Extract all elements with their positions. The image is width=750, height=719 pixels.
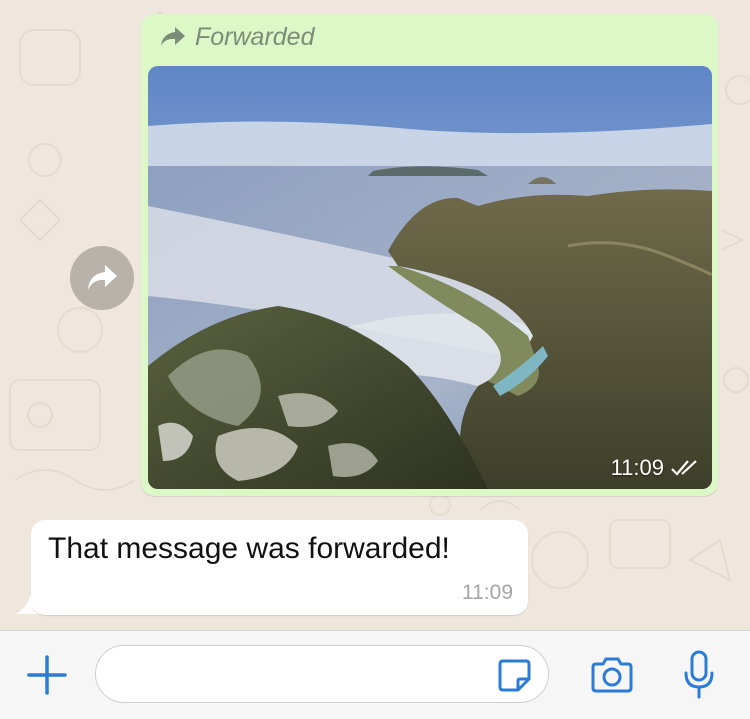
read-receipt-icon bbox=[671, 460, 697, 476]
message-time: 11:09 bbox=[610, 455, 664, 480]
message-text: That message was forwarded! bbox=[48, 532, 450, 565]
message-time: 11:09 bbox=[462, 581, 513, 604]
forwarded-label: Forwarded bbox=[195, 22, 315, 51]
outgoing-image-message[interactable]: Forwarded 11:09 bbox=[141, 14, 718, 496]
forward-button[interactable] bbox=[70, 246, 134, 310]
microphone-icon[interactable] bbox=[682, 649, 716, 701]
message-meta: 11:09 bbox=[611, 455, 700, 481]
incoming-text-message[interactable]: That message was forwarded! 11:09 bbox=[31, 520, 528, 615]
message-photo[interactable]: 11:09 bbox=[148, 66, 712, 489]
forward-arrow-icon bbox=[88, 265, 117, 290]
message-input-container[interactable] bbox=[95, 645, 549, 703]
plus-icon[interactable] bbox=[26, 654, 68, 696]
forwarded-indicator: Forwarded bbox=[159, 23, 315, 51]
forwarded-arrow-icon bbox=[161, 27, 185, 46]
sticker-icon[interactable] bbox=[496, 657, 532, 693]
message-input[interactable] bbox=[114, 656, 498, 694]
landscape-image bbox=[148, 66, 712, 489]
camera-icon[interactable] bbox=[589, 655, 635, 695]
message-composer bbox=[0, 630, 750, 719]
